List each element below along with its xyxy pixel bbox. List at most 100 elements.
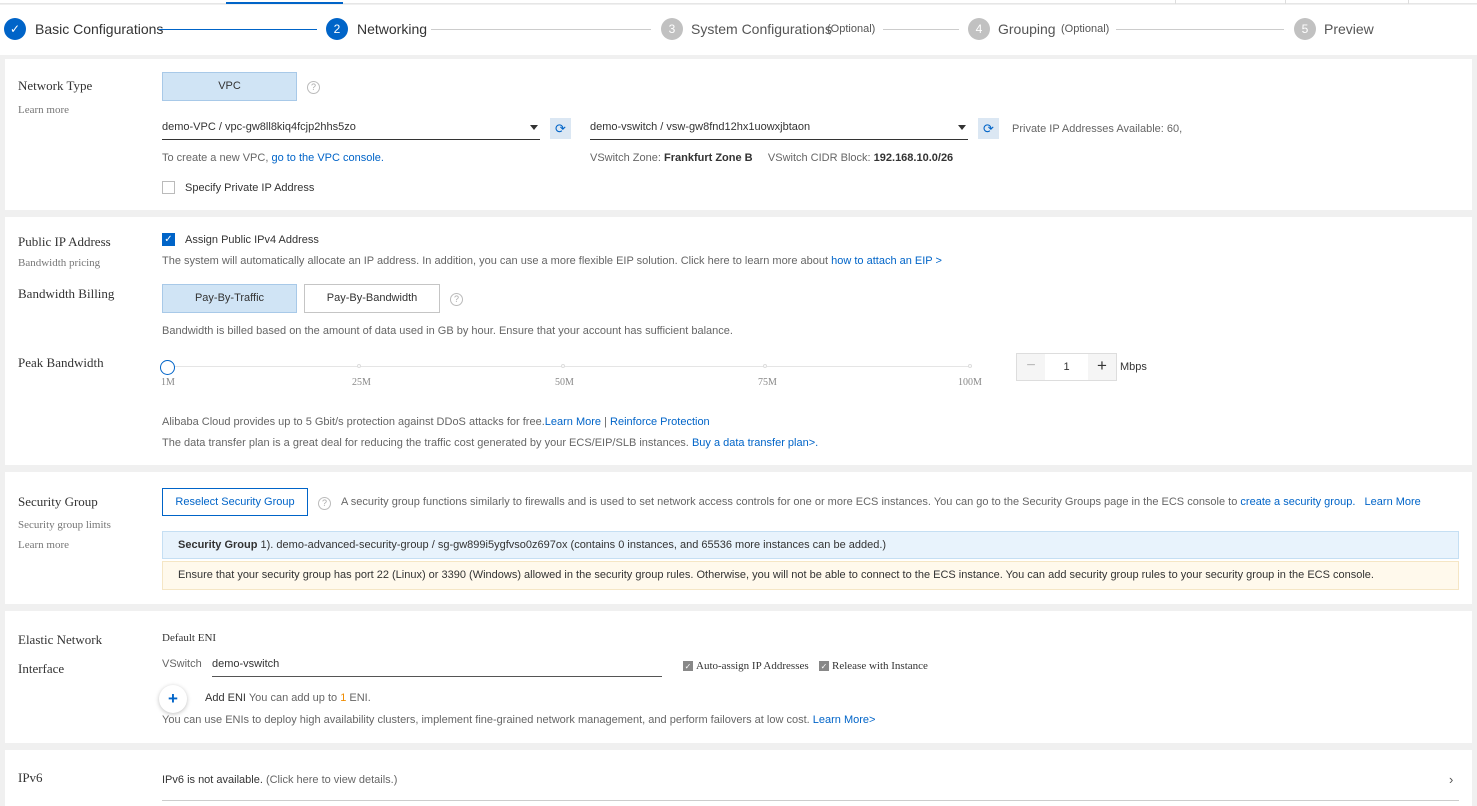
- slider-mark: [561, 364, 565, 368]
- link-separator: |: [604, 416, 607, 428]
- assign-ipv4-checkbox[interactable]: ✓: [162, 233, 175, 246]
- step-system-configurations[interactable]: System Configurations: [691, 21, 832, 37]
- ddos-note-text: Alibaba Cloud provides up to 5 Gbit/s pr…: [162, 416, 545, 428]
- bandwidth-slider-track[interactable]: [167, 366, 972, 367]
- refresh-icon[interactable]: ⟳: [550, 118, 571, 139]
- vpc-select[interactable]: demo-VPC / vpc-gw8ll8kiq4fcjp2hhs5zo: [162, 116, 540, 140]
- decrement-button[interactable]: −: [1017, 354, 1045, 380]
- slider-tick-label: 100M: [958, 377, 982, 388]
- bandwidth-billing-title: Bandwidth Billing: [18, 286, 115, 301]
- attach-eip-link[interactable]: how to attach an EIP >: [831, 255, 942, 267]
- ipv6-details-link[interactable]: (Click here to view details.): [266, 774, 397, 786]
- step-number-3[interactable]: 3: [661, 18, 683, 40]
- help-icon[interactable]: ?: [450, 293, 463, 306]
- bandwidth-pricing-link[interactable]: Bandwidth pricing: [18, 257, 100, 269]
- increment-button[interactable]: +: [1088, 354, 1116, 380]
- step-number-4[interactable]: 4: [968, 18, 990, 40]
- step-number-5[interactable]: 5: [1294, 18, 1316, 40]
- step-networking[interactable]: Networking: [357, 21, 427, 37]
- vpc-select-value: demo-VPC / vpc-gw8ll8kiq4fcjp2hhs5zo: [162, 121, 356, 133]
- pay-by-bandwidth-button[interactable]: Pay-By-Bandwidth: [304, 284, 440, 313]
- selected-security-group: Security Group 1). demo-advanced-securit…: [162, 531, 1459, 559]
- eni-title-line2: Interface: [18, 661, 65, 676]
- step-grouping[interactable]: Grouping: [998, 21, 1056, 37]
- top-tab-strip: [0, 0, 1477, 4]
- step-optional-tag: (Optional): [1061, 23, 1110, 35]
- caret-down-icon: [958, 125, 966, 130]
- help-icon[interactable]: ?: [307, 81, 320, 94]
- step-number-2[interactable]: 2: [326, 18, 348, 40]
- eni-vswitch-label: VSwitch: [162, 658, 202, 670]
- network-learn-more[interactable]: Learn more: [18, 104, 69, 116]
- security-learn-more-button[interactable]: Learn More: [1365, 496, 1421, 508]
- chevron-right-icon[interactable]: ›: [1449, 772, 1453, 787]
- add-eni-button[interactable]: Add ENI: [205, 692, 246, 704]
- step-connector: [431, 29, 651, 30]
- slider-tick-label: 1M: [161, 377, 175, 388]
- eni-learn-more-link[interactable]: Learn More>: [813, 714, 876, 726]
- vswitch-info: VSwitch Zone: Frankfurt Zone B VSwitch C…: [590, 152, 953, 164]
- bandwidth-stepper: − 1 +: [1016, 353, 1117, 381]
- vpc-console-link[interactable]: go to the VPC console.: [271, 152, 384, 164]
- slider-mark: [357, 364, 361, 368]
- bandwidth-input[interactable]: 1: [1045, 354, 1088, 380]
- bandwidth-slider-handle[interactable]: [160, 360, 175, 375]
- ddos-note: Alibaba Cloud provides up to 5 Gbit/s pr…: [162, 416, 710, 428]
- ipv6-status: IPv6 is not available.: [162, 774, 263, 786]
- divider: [1408, 0, 1409, 4]
- transfer-note-text: The data transfer plan is a great deal f…: [162, 437, 689, 449]
- step-connector: [159, 29, 317, 30]
- slider-mark: [763, 364, 767, 368]
- zone-label: VSwitch Zone:: [590, 152, 661, 164]
- assign-note: The system will automatically allocate a…: [162, 255, 942, 267]
- billing-note: Bandwidth is billed based on the amount …: [162, 325, 733, 337]
- check-icon[interactable]: ✓: [4, 18, 26, 40]
- divider: [1175, 0, 1176, 4]
- vpc-hint: To create a new VPC, go to the VPC conso…: [162, 152, 384, 164]
- reselect-security-group-button[interactable]: Reselect Security Group: [162, 488, 308, 516]
- ddos-learn-more-link[interactable]: Learn More: [545, 416, 601, 428]
- step-preview[interactable]: Preview: [1324, 21, 1374, 37]
- network-type-title: Network Type: [18, 78, 93, 93]
- step-optional-tag: (Optional): [827, 23, 876, 35]
- release-with-instance-label: Release with Instance: [832, 660, 928, 672]
- add-eni-row: Add ENI You can add up to 1 ENI.: [205, 692, 371, 704]
- wizard-stepper: ✓ Basic Configurations 2 Networking 3 Sy…: [0, 5, 1477, 55]
- security-group-limits-link[interactable]: Security group limits: [18, 519, 111, 531]
- specify-ip-checkbox[interactable]: [162, 181, 175, 194]
- slider-tick-label: 50M: [555, 377, 574, 388]
- vpc-button[interactable]: VPC: [162, 72, 297, 101]
- reinforce-protection-link[interactable]: Reinforce Protection: [610, 416, 710, 428]
- security-group-title: Security Group: [18, 494, 98, 509]
- release-with-instance-checkbox[interactable]: ✓: [819, 661, 829, 671]
- add-eni-icon[interactable]: +: [159, 685, 187, 713]
- eni-footer-text: You can use ENIs to deploy high availabi…: [162, 714, 810, 726]
- add-eni-note-end: ENI.: [349, 692, 371, 704]
- security-warning: Ensure that your security group has port…: [162, 561, 1459, 590]
- eni-title-line1: Elastic Network: [18, 632, 103, 647]
- help-icon[interactable]: ?: [318, 497, 331, 510]
- auto-assign-checkbox[interactable]: ✓: [683, 661, 693, 671]
- sg-label: Security Group: [178, 539, 258, 551]
- pay-by-traffic-button[interactable]: Pay-By-Traffic: [162, 284, 297, 313]
- vpc-hint-text: To create a new VPC,: [162, 152, 269, 164]
- security-desc: A security group functions similarly to …: [341, 496, 1421, 508]
- private-ip-available: Private IP Addresses Available: 60,: [1012, 123, 1183, 135]
- zone-value: Frankfurt Zone B: [663, 152, 753, 164]
- eni-vswitch-field[interactable]: demo-vswitch: [212, 653, 662, 677]
- create-security-group-link[interactable]: create a security group.: [1240, 496, 1355, 508]
- public-ip-title: Public IP Address: [18, 234, 111, 249]
- ipv6-status-row[interactable]: IPv6 is not available. (Click here to vi…: [162, 774, 397, 786]
- refresh-icon[interactable]: ⟳: [978, 118, 999, 139]
- divider: [162, 800, 1459, 801]
- eni-limit-count: 1: [340, 692, 347, 704]
- security-learn-more-link[interactable]: Learn more: [18, 539, 69, 551]
- transfer-note: The data transfer plan is a great deal f…: [162, 437, 818, 449]
- data-transfer-plan-link[interactable]: Buy a data transfer plan>.: [692, 437, 818, 449]
- vswitch-select[interactable]: demo-vswitch / vsw-gw8fnd12hx1uowxjbtaon: [590, 116, 968, 140]
- add-eni-note: You can add up to: [248, 692, 338, 704]
- step-basic-configurations[interactable]: Basic Configurations: [35, 21, 163, 37]
- sg-value: 1). demo-advanced-security-group / sg-gw…: [260, 539, 887, 551]
- active-tab-indicator: [226, 2, 343, 4]
- cidr-label: VSwitch CIDR Block:: [767, 152, 871, 164]
